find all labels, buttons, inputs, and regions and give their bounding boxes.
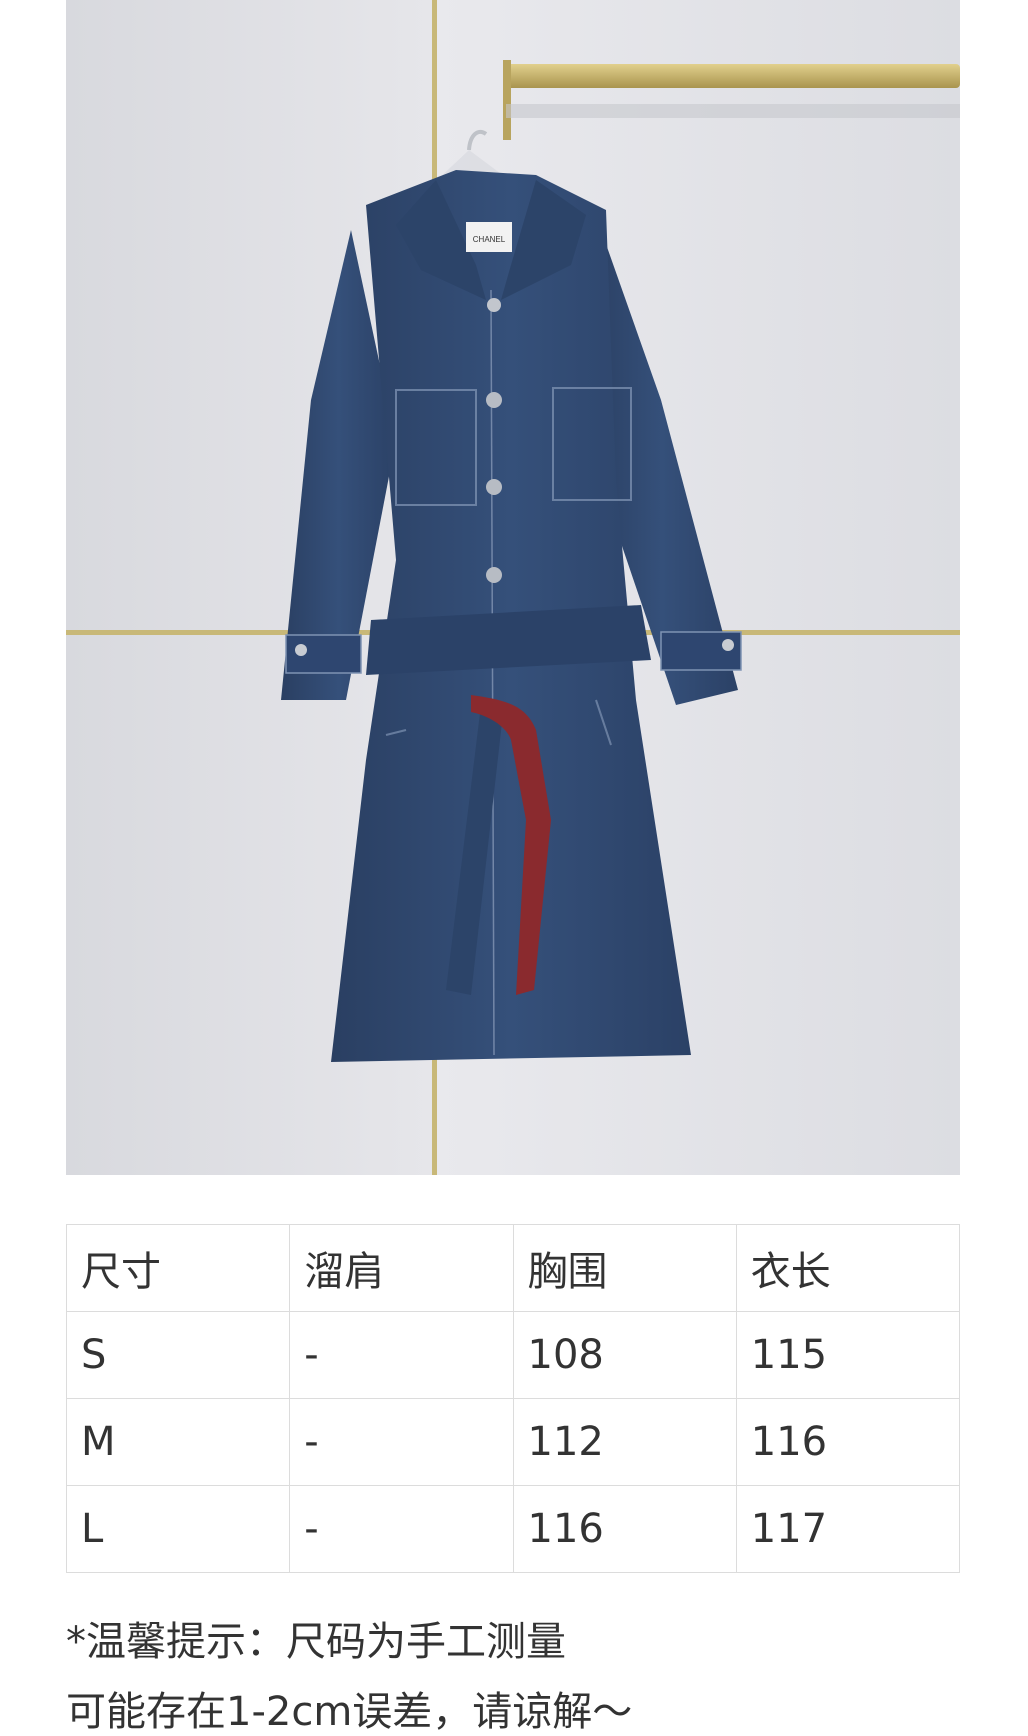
table-cell: 116: [512, 1485, 737, 1573]
header-shoulder: 溜肩: [289, 1224, 514, 1312]
table-row: S - 108 115: [65, 1311, 961, 1399]
garment-label-text: CHANEL: [473, 235, 506, 244]
product-photo: CHANEL: [66, 0, 960, 1175]
table-cell: -: [289, 1311, 514, 1399]
table-cell: S: [65, 1311, 291, 1399]
cuff-button-left: [295, 644, 307, 656]
cuff-button-right: [722, 639, 734, 651]
table-cell: -: [289, 1398, 514, 1486]
product-photo-svg: CHANEL: [66, 0, 960, 1175]
measurement-note-line-1: *温馨提示：尺码为手工测量: [66, 1619, 566, 1665]
coat-button: [486, 392, 502, 408]
table-cell: L: [65, 1485, 291, 1573]
size-chart-table: 尺寸 溜肩 胸围 衣长 S - 108 115 M - 112 116 L - …: [65, 1224, 961, 1573]
table-header-row: 尺寸 溜肩 胸围 衣长: [65, 1224, 961, 1312]
coat-button: [487, 298, 501, 312]
cuff-tab-right: [660, 631, 742, 671]
table-cell: 116: [735, 1398, 961, 1486]
header-length: 衣长: [735, 1224, 961, 1312]
header-size: 尺寸: [65, 1224, 291, 1312]
header-bust: 胸围: [512, 1224, 737, 1312]
table-cell: 115: [735, 1311, 961, 1399]
table-cell: 108: [512, 1311, 737, 1399]
table-cell: M: [65, 1398, 291, 1486]
coat-button: [486, 479, 502, 495]
rail-shadow: [506, 104, 960, 118]
table-cell: -: [289, 1485, 514, 1573]
table-cell: 117: [735, 1485, 961, 1573]
table-row: M - 112 116: [65, 1398, 961, 1486]
table-row: L - 116 117: [65, 1485, 961, 1573]
brass-rail: [506, 64, 960, 88]
measurement-note-line-2: 可能存在1-2cm误差，请谅解～: [66, 1689, 633, 1735]
table-cell: 112: [512, 1398, 737, 1486]
rail-bracket: [503, 60, 511, 140]
coat-button: [486, 567, 502, 583]
